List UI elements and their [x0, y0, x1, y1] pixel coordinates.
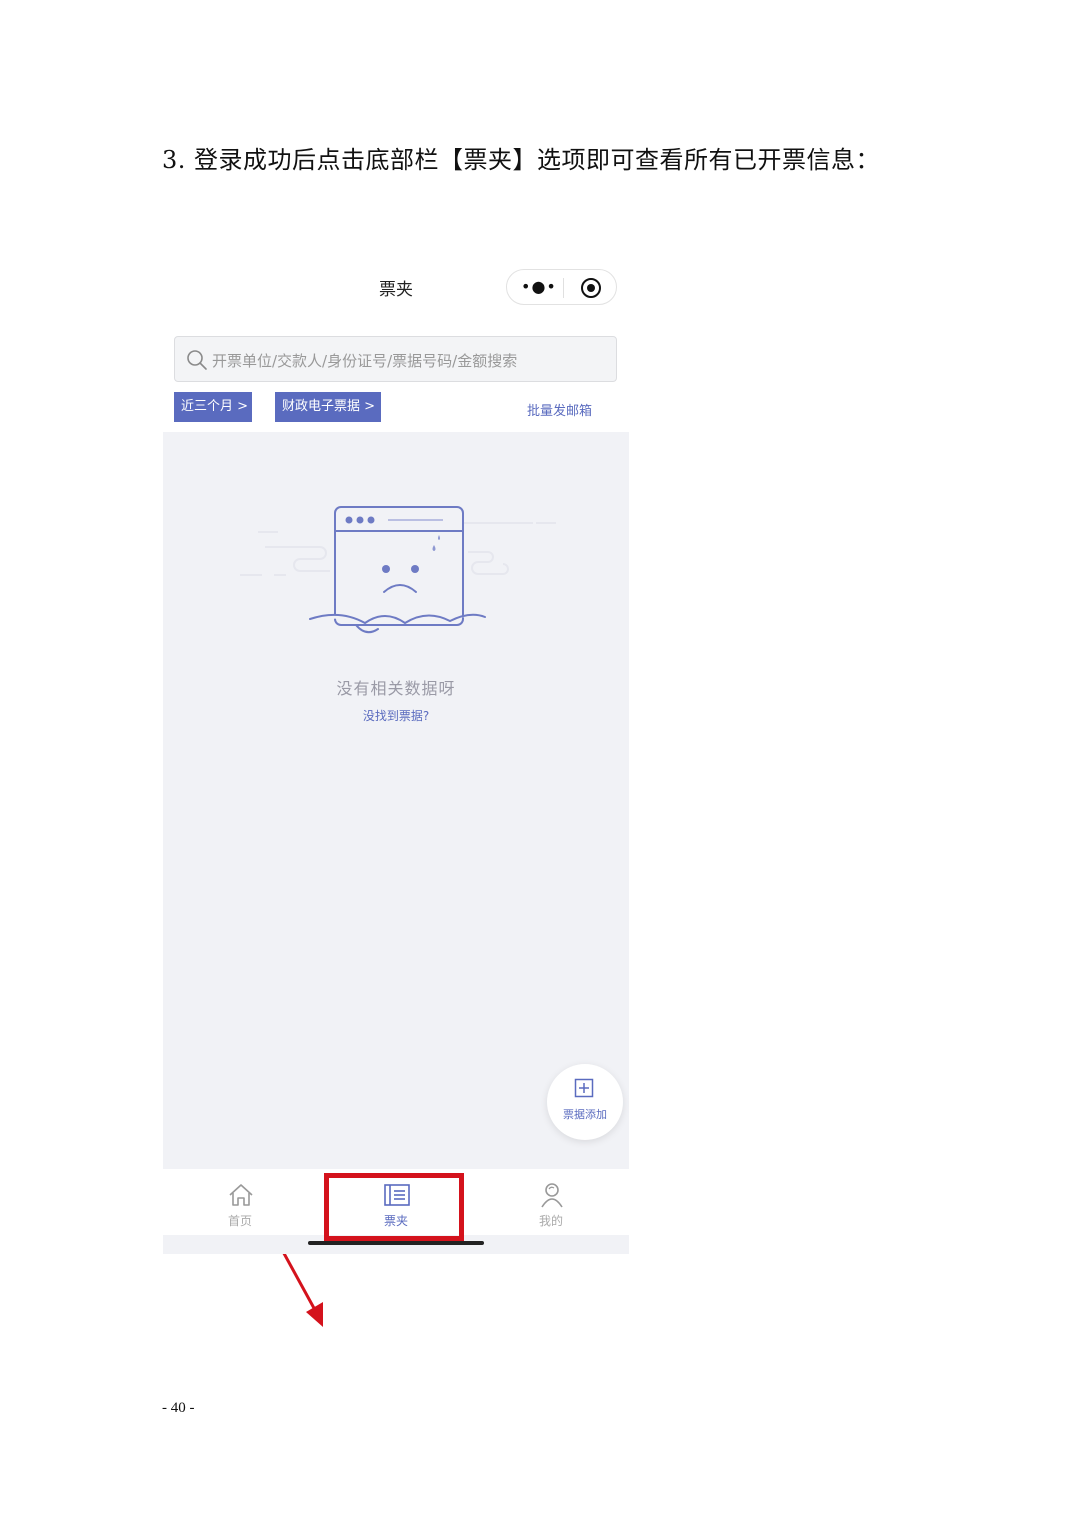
tab-ticket-folder[interactable]: 票夹: [321, 1169, 471, 1235]
tab-ticket-folder-label: 票夹: [383, 1214, 408, 1228]
capsule-divider: [563, 278, 564, 298]
more-icon[interactable]: •●•: [521, 278, 556, 296]
filter-type-button[interactable]: 财政电子票据 >: [275, 392, 381, 422]
tab-mine[interactable]: 我的: [476, 1169, 626, 1235]
batch-send-email-link[interactable]: 批量发邮箱: [527, 400, 592, 419]
bottom-tab-bar: 首页 票夹 我的: [163, 1169, 629, 1235]
ticket-folder-icon: [384, 1184, 410, 1206]
ticket-list-area: 没有相关数据呀 没找到票据? 票据添加: [163, 432, 629, 1327]
page-number: - 40 -: [162, 1400, 195, 1416]
tab-mine-label: 我的: [538, 1214, 563, 1228]
search-icon: [187, 350, 207, 370]
filter-recent-button[interactable]: 近三个月 >: [174, 392, 252, 422]
empty-state-illustration: [240, 506, 556, 634]
home-indicator: [308, 1241, 484, 1245]
add-ticket-button[interactable]: 票据添加: [547, 1064, 623, 1140]
tab-home[interactable]: 首页: [165, 1169, 315, 1235]
plus-square-icon: [574, 1078, 594, 1098]
phone-screenshot: 票夹 •●• 开票单位/交款人/身份证号/票据号码/金额搜索 近三个月 > 财政…: [163, 255, 629, 1327]
user-icon: [541, 1183, 563, 1208]
not-found-ticket-link[interactable]: 没找到票据?: [163, 707, 629, 724]
tab-home-label: 首页: [227, 1214, 252, 1228]
empty-state-title: 没有相关数据呀: [336, 679, 456, 698]
close-target-icon[interactable]: [580, 277, 602, 299]
search-placeholder: 开票单位/交款人/身份证号/票据号码/金额搜索: [212, 352, 518, 370]
home-icon: [229, 1184, 253, 1206]
search-input[interactable]: 开票单位/交款人/身份证号/票据号码/金额搜索: [174, 336, 617, 382]
add-ticket-label: 票据添加: [563, 1108, 607, 1121]
document-heading: 3. 登录成功后点击底部栏【票夹】选项即可查看所有已开票信息：: [162, 146, 881, 174]
mini-program-capsule[interactable]: •●•: [506, 269, 617, 305]
